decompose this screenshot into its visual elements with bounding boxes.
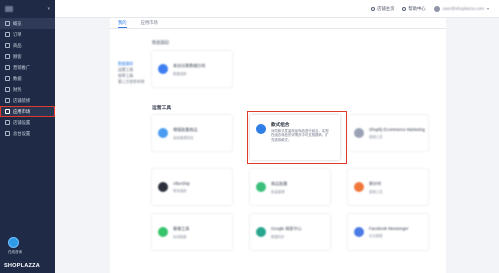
batch-products-icon — [256, 182, 266, 192]
store-design-icon — [5, 98, 10, 103]
app-card-desc: 数据同步 — [271, 234, 285, 239]
avatar — [433, 5, 440, 12]
section-title-ops: 运营工具 — [152, 106, 172, 111]
sidebar-item-overview[interactable]: 概览 — [0, 18, 55, 29]
sidebar-item-finance[interactable]: 财务 — [0, 84, 55, 95]
sidebar-item-app-market[interactable]: 应用市场 — [0, 106, 55, 117]
section-title-tracking: 数据跟踪 — [152, 40, 170, 45]
sidebar-item-marketing[interactable]: 营销推广 — [0, 62, 55, 73]
sidebar-item-label: 订单 — [13, 31, 22, 37]
app-card[interactable]: Shopify Ecommerce Marketing 营销工具 — [348, 115, 428, 151]
app-card[interactable]: 客服工具 在线客服 — [152, 214, 232, 250]
sidebar-footer: 在线咨询 SHOPLAZZA — [0, 231, 55, 273]
app-card-title: 客服工具 — [173, 225, 190, 231]
batch-edit-icon — [158, 128, 168, 138]
highlight-frame — [247, 111, 347, 164]
help-icon — [402, 6, 407, 11]
help-center-link[interactable]: 帮助中心 — [402, 5, 426, 12]
aftership-icon — [158, 182, 168, 192]
app-card-title: 增值批量商品 — [173, 126, 198, 132]
app-card[interactable]: AfterShip 物流追踪 — [152, 169, 232, 205]
tab-mine[interactable]: 我的 — [118, 18, 127, 28]
app-card-desc: 社交客服 — [369, 234, 383, 238]
app-card[interactable]: 倒计时 营销工具 — [348, 169, 428, 205]
sidebar-item-label: 顾客 — [13, 53, 22, 59]
app-card-title: AfterShip — [173, 181, 190, 186]
sidebar-item-analytics[interactable]: 数据 — [0, 73, 55, 84]
marketing-icon — [5, 65, 10, 70]
app-card[interactable]: Google 商家中心 数据同步 — [250, 214, 330, 250]
app-card-desc: 数据追踪 — [173, 71, 187, 76]
sidebar-item-customers[interactable]: 顾客 — [0, 51, 55, 62]
app-card-desc: 在线客服 — [173, 234, 187, 239]
analytics-icon — [5, 76, 10, 81]
app-card-desc: 批量管理 — [271, 189, 285, 194]
app-card-title: Shopify Ecommerce Marketing — [369, 127, 425, 132]
account-menu[interactable]: user@shoplazza.com ▾ — [433, 5, 489, 12]
app-card-title: Facebook Messenger — [369, 226, 409, 231]
orders-icon — [5, 32, 10, 37]
app-card-title: Google 商家中心 — [271, 225, 302, 231]
brand-logo: SHOPLAZZA — [4, 263, 40, 269]
store-icon — [371, 6, 376, 11]
app-card[interactable]: 来自谷歌数据分析 数据追踪 — [152, 51, 232, 87]
messenger-icon — [354, 227, 364, 237]
sidebar-item-label: 店铺装修 — [13, 97, 31, 103]
sidebar-item-orders[interactable]: 订单 — [0, 29, 55, 40]
sidebar-item-label: 总台设置 — [13, 130, 31, 136]
support-avatar-icon[interactable] — [8, 237, 19, 248]
products-icon — [5, 43, 10, 48]
store-home-link[interactable]: 店铺主页 — [371, 6, 394, 12]
sidebar-item-label: 数据 — [13, 75, 22, 81]
store-settings-icon — [5, 120, 10, 125]
app-card-desc: 高效管理商品 — [173, 135, 194, 140]
store-logo — [5, 6, 13, 12]
app-card-desc: 物流追踪 — [173, 189, 187, 193]
app-market-icon — [5, 109, 10, 114]
chevron-down-icon[interactable]: ▾ — [47, 6, 50, 12]
top-bar: 店铺主页 帮助中心 user@shoplazza.com ▾ — [55, 0, 499, 18]
sidebar-item-store-settings[interactable]: 店铺设置 — [0, 117, 55, 128]
sidebar-item-store-design[interactable]: 店铺装修 — [0, 95, 55, 106]
app-card-title: 商品批量 — [271, 180, 288, 186]
account-email: user@shoplazza.com — [442, 6, 484, 11]
sidebar: ▾ 概览 订单 商品 顾客 营销推广 数据 财务 店铺装修 应用市场 店铺设置 — [0, 0, 55, 273]
sidebar-item-label: 店铺设置 — [13, 119, 31, 125]
countdown-icon — [354, 182, 364, 192]
sidebar-header[interactable]: ▾ — [0, 0, 55, 18]
sidebar-item-label: 商品 — [13, 42, 22, 48]
sidebar-item-label: 财务 — [13, 86, 22, 92]
app-card-title: 倒计时 — [369, 180, 382, 186]
marketing-app-icon — [354, 128, 364, 138]
sidebar-item-console-settings[interactable]: 总台设置 — [0, 128, 55, 139]
analytics-icon — [158, 64, 168, 74]
home-icon — [5, 21, 10, 26]
store-home-label: 店铺主页 — [377, 5, 395, 11]
app-card[interactable]: 增值批量商品 高效管理商品 — [152, 115, 232, 151]
app-card-title: 来自谷歌数据分析 — [173, 62, 206, 68]
tab-app-market[interactable]: 应用市场 — [141, 18, 158, 28]
google-merchant-icon — [256, 227, 266, 237]
app-card[interactable]: 商品批量 批量管理 — [250, 169, 330, 205]
sidebar-item-label: 概览 — [13, 20, 22, 26]
tab-bar: 我的 应用市场 — [118, 18, 158, 28]
finance-icon — [5, 87, 10, 92]
customers-icon — [5, 54, 10, 59]
app-card-desc: 营销工具 — [369, 189, 383, 194]
console-settings-icon — [5, 131, 10, 136]
help-center-label: 帮助中心 — [408, 5, 426, 11]
chevron-down-icon: ▾ — [486, 6, 489, 11]
chat-icon — [158, 227, 168, 237]
app-card-desc: 营销工具 — [369, 135, 383, 139]
tab-divider — [110, 28, 446, 29]
sidebar-item-products[interactable]: 商品 — [0, 40, 55, 51]
support-label: 在线咨询 — [8, 250, 22, 254]
sidebar-item-label: 营销推广 — [13, 64, 31, 70]
sidebar-item-label: 应用市场 — [13, 108, 31, 114]
app-card[interactable]: Facebook Messenger 社交客服 — [348, 214, 428, 250]
